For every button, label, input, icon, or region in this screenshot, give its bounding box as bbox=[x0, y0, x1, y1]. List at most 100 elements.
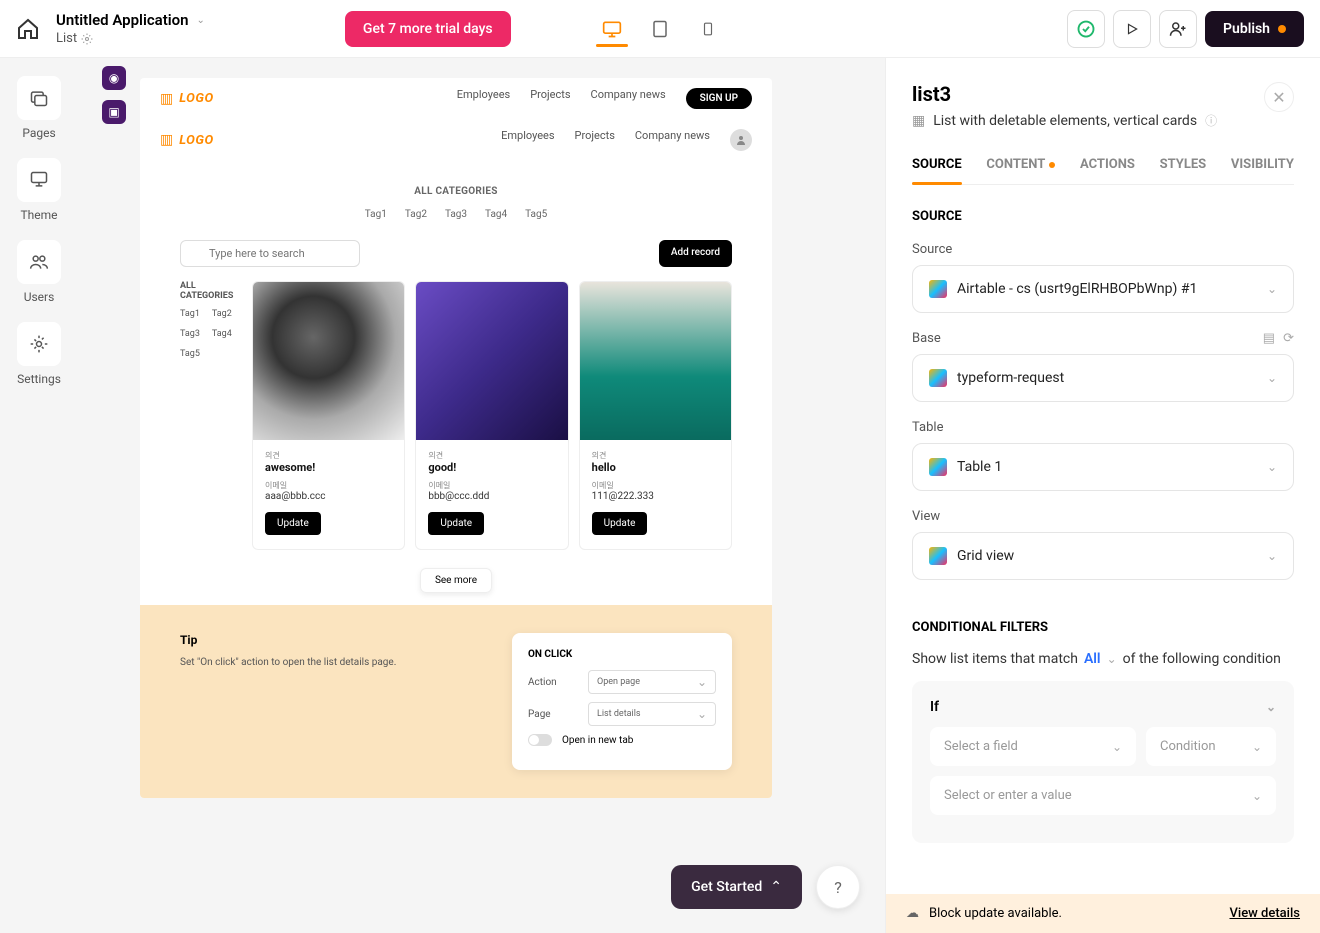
nav-employees-2[interactable]: Employees bbox=[501, 129, 554, 151]
tab-source[interactable]: SOURCE bbox=[912, 157, 962, 184]
device-mobile-tab[interactable] bbox=[696, 11, 720, 47]
table-select[interactable]: Table 1 ⌄ bbox=[912, 443, 1294, 491]
help-icon[interactable]: ⓘ bbox=[1205, 112, 1217, 129]
app-title[interactable]: Untitled Application bbox=[56, 11, 189, 29]
chevron-up-icon: ⌃ bbox=[770, 879, 782, 895]
rail-settings[interactable]: Settings bbox=[17, 322, 61, 386]
cond-text-pre: Show list items that match bbox=[912, 651, 1078, 667]
panel-subtitle: List with deletable elements, vertical c… bbox=[933, 113, 1197, 129]
check-status-button[interactable] bbox=[1067, 10, 1105, 48]
update-button[interactable]: Update bbox=[265, 512, 321, 535]
chevron-down-icon: ⌄ bbox=[697, 675, 707, 689]
close-button[interactable]: ✕ bbox=[1264, 82, 1294, 112]
status-dot-icon bbox=[1278, 25, 1286, 33]
view-details-link[interactable]: View details bbox=[1230, 906, 1301, 921]
nav-projects-2[interactable]: Projects bbox=[575, 129, 615, 151]
see-more-button[interactable]: See more bbox=[420, 568, 492, 593]
logo-secondary[interactable]: ▥ LOGO bbox=[160, 132, 214, 148]
nav-company-news[interactable]: Company news bbox=[591, 88, 666, 109]
lock-page-icon[interactable]: ▣ bbox=[102, 100, 126, 124]
signup-button[interactable]: SIGN UP bbox=[686, 88, 752, 109]
source-select[interactable]: Airtable - cs (usrt9gElRHBOPbWnp) #1 ⌄ bbox=[912, 265, 1294, 313]
avatar-icon[interactable] bbox=[730, 129, 752, 151]
section-filters-heading: CONDITIONAL FILTERS bbox=[912, 620, 1294, 635]
card-image bbox=[253, 282, 404, 440]
rail-users[interactable]: Users bbox=[17, 240, 61, 304]
tag-4[interactable]: Tag4 bbox=[485, 209, 507, 220]
card-email: aaa@bbb.ccc bbox=[265, 491, 392, 502]
card-value: awesome! bbox=[265, 461, 392, 474]
tag-2[interactable]: Tag2 bbox=[405, 209, 427, 220]
search-input[interactable] bbox=[180, 240, 360, 267]
publish-button[interactable]: Publish bbox=[1205, 11, 1304, 47]
side-tag-1[interactable]: Tag1 bbox=[180, 309, 200, 319]
home-icon[interactable] bbox=[16, 17, 40, 41]
logo-text: LOGO bbox=[179, 133, 213, 148]
tab-styles[interactable]: STYLES bbox=[1160, 157, 1207, 184]
cond-field-select[interactable]: Select a field⌄ bbox=[930, 727, 1136, 766]
gear-icon[interactable] bbox=[81, 33, 93, 45]
table-icon[interactable]: ▤ bbox=[1263, 331, 1275, 346]
tab-content[interactable]: CONTENT bbox=[986, 157, 1055, 184]
rail-theme[interactable]: Theme bbox=[17, 158, 61, 222]
nav-company-news-2[interactable]: Company news bbox=[635, 129, 710, 151]
chevron-down-icon: ⌄ bbox=[1267, 371, 1277, 385]
side-tag-5[interactable]: Tag5 bbox=[180, 349, 200, 359]
cond-value-input[interactable]: Select or enter a value⌄ bbox=[930, 776, 1276, 815]
side-tag-4[interactable]: Tag4 bbox=[212, 329, 232, 339]
airtable-icon bbox=[929, 369, 947, 387]
tab-actions[interactable]: ACTIONS bbox=[1080, 157, 1135, 184]
list-card[interactable]: 의견 good! 이메일 bbb@ccc.ddd Update bbox=[415, 281, 568, 550]
list-card[interactable]: 의견 awesome! 이메일 aaa@bbb.ccc Update bbox=[252, 281, 405, 550]
chevron-down-icon[interactable]: ⌄ bbox=[197, 15, 205, 26]
card-label: 이메일 bbox=[265, 480, 392, 491]
preview-canvas: ▥ LOGO Employees Projects Company news S… bbox=[140, 78, 772, 798]
open-new-tab-toggle[interactable] bbox=[528, 734, 552, 746]
tag-3[interactable]: Tag3 bbox=[445, 209, 467, 220]
update-button[interactable]: Update bbox=[592, 512, 648, 535]
card-value: hello bbox=[592, 461, 719, 474]
chevron-down-icon: ⌄ bbox=[1267, 282, 1277, 296]
all-categories-heading: ALL CATEGORIES bbox=[140, 186, 772, 197]
help-button[interactable]: ? bbox=[816, 865, 860, 909]
chevron-down-icon: ⌄ bbox=[697, 707, 707, 721]
device-tablet-tab[interactable] bbox=[648, 11, 672, 47]
cloud-icon: ☁ bbox=[906, 906, 919, 921]
add-record-button[interactable]: Add record bbox=[659, 240, 732, 267]
card-image bbox=[416, 282, 567, 440]
update-button[interactable]: Update bbox=[428, 512, 484, 535]
base-select[interactable]: typeform-request ⌄ bbox=[912, 354, 1294, 402]
rail-pages[interactable]: Pages bbox=[17, 76, 61, 140]
tag-1[interactable]: Tag1 bbox=[365, 209, 387, 220]
table-label: Table bbox=[912, 420, 943, 435]
logo[interactable]: ▥ LOGO bbox=[160, 91, 214, 107]
add-user-button[interactable] bbox=[1159, 10, 1197, 48]
base-label: Base bbox=[912, 331, 941, 346]
side-tag-3[interactable]: Tag3 bbox=[180, 329, 200, 339]
tip-page-select[interactable]: List details⌄ bbox=[588, 702, 716, 726]
get-started-button[interactable]: Get Started ⌃ bbox=[671, 865, 802, 909]
tip-action-label: Action bbox=[528, 677, 578, 688]
nav-employees[interactable]: Employees bbox=[457, 88, 510, 109]
chevron-down-icon[interactable]: ⌄ bbox=[1107, 652, 1117, 666]
device-desktop-tab[interactable] bbox=[600, 11, 624, 47]
tip-action-select[interactable]: Open page⌄ bbox=[588, 670, 716, 694]
open-new-tab-label: Open in new tab bbox=[562, 735, 633, 746]
refresh-icon[interactable]: ⟳ bbox=[1283, 331, 1294, 346]
cond-condition-select[interactable]: Condition⌄ bbox=[1146, 727, 1276, 766]
tag-5[interactable]: Tag5 bbox=[525, 209, 547, 220]
cond-all-link[interactable]: All bbox=[1084, 651, 1101, 667]
publish-label: Publish bbox=[1223, 21, 1270, 37]
airtable-icon bbox=[929, 458, 947, 476]
app-subtitle[interactable]: List bbox=[56, 31, 77, 46]
card-label: 이메일 bbox=[592, 480, 719, 491]
chevron-down-icon[interactable]: ⌄ bbox=[1266, 700, 1276, 714]
tab-visibility[interactable]: VISIBILITY bbox=[1231, 157, 1294, 184]
nav-projects[interactable]: Projects bbox=[530, 88, 570, 109]
side-tag-2[interactable]: Tag2 bbox=[212, 309, 232, 319]
preview-button[interactable] bbox=[1113, 10, 1151, 48]
trial-button[interactable]: Get 7 more trial days bbox=[345, 11, 511, 47]
globe-page-icon[interactable]: ◉ bbox=[102, 66, 126, 90]
list-card[interactable]: 의견 hello 이메일 111@222.333 Update bbox=[579, 281, 732, 550]
view-select[interactable]: Grid view ⌄ bbox=[912, 532, 1294, 580]
